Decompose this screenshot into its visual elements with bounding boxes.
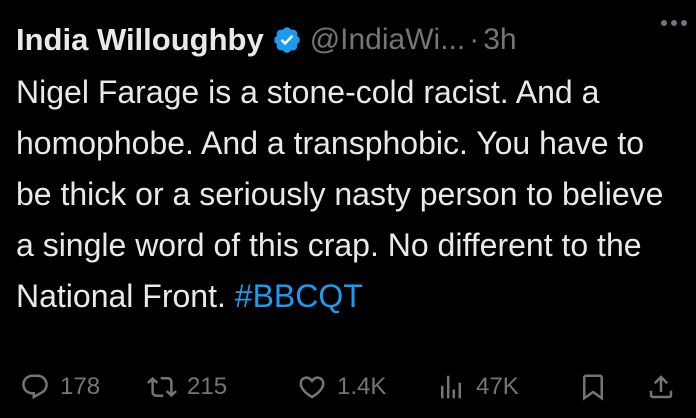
separator-dot: · bbox=[469, 23, 480, 56]
bookmark-button[interactable] bbox=[578, 364, 608, 410]
author-display-name[interactable]: India Willoughby bbox=[16, 22, 264, 58]
views-count: 47K bbox=[476, 373, 519, 400]
tweet[interactable]: India Willoughby @IndiaWi... · 3h Nigel … bbox=[0, 0, 696, 418]
more-options-icon[interactable] bbox=[654, 8, 694, 38]
reply-button[interactable]: 178 bbox=[20, 364, 100, 410]
views-icon bbox=[436, 372, 466, 402]
like-count: 1.4K bbox=[337, 373, 387, 400]
tweet-text: Nigel Farage is a stone-cold racist. And… bbox=[16, 67, 688, 322]
reply-icon bbox=[20, 372, 50, 402]
tweet-action-bar: 178 215 1.4K 47K bbox=[0, 364, 696, 410]
like-icon bbox=[297, 372, 327, 402]
verified-badge-icon[interactable] bbox=[272, 25, 302, 55]
reply-count: 178 bbox=[60, 373, 101, 400]
bookmark-icon bbox=[578, 372, 608, 402]
tweet-header: India Willoughby @IndiaWi... · 3h bbox=[16, 16, 680, 64]
hashtag-link[interactable]: #BBCQT bbox=[235, 278, 363, 314]
retweet-count: 215 bbox=[187, 373, 228, 400]
retweet-icon bbox=[147, 372, 177, 402]
retweet-button[interactable]: 215 bbox=[147, 364, 227, 410]
author-handle[interactable]: @IndiaWi... bbox=[310, 23, 466, 57]
tweet-timestamp[interactable]: 3h bbox=[483, 23, 516, 57]
share-icon bbox=[646, 372, 676, 402]
views-button[interactable]: 47K bbox=[436, 364, 519, 410]
share-button[interactable] bbox=[646, 364, 676, 410]
like-button[interactable]: 1.4K bbox=[297, 364, 386, 410]
